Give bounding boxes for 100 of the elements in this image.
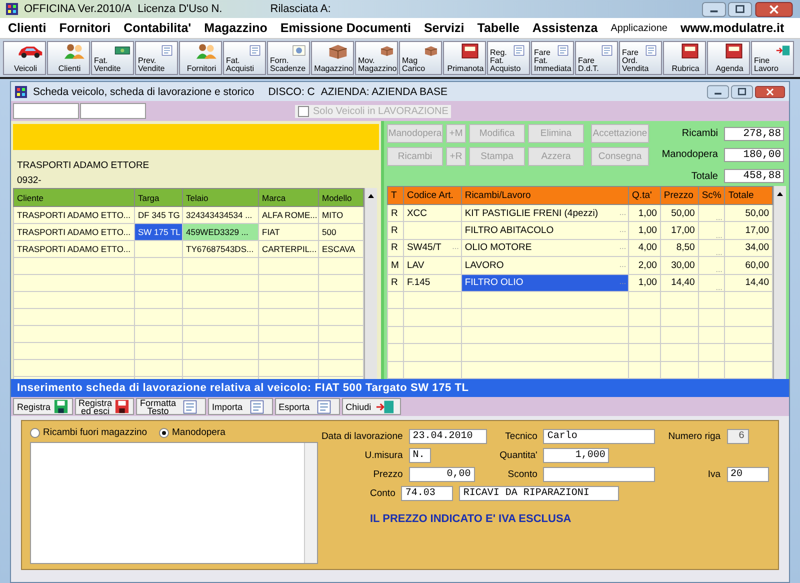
table-cell[interactable]: ESCAVA [318,240,364,258]
table-cell[interactable]: DF 345 TG [134,206,182,224]
toolbar-button[interactable]: Esporta [274,398,340,415]
table-cell[interactable]: 1,00 [628,274,660,292]
toolbar-button[interactable]: Veicoli [3,41,46,75]
table-cell[interactable]: 459WED3329 ... [182,224,258,240]
column-header[interactable]: Telaio [182,188,258,206]
table-cell[interactable]: 1,00 [628,204,660,222]
toolbar-button[interactable]: Fare D.d.T. [575,41,618,75]
menu-item[interactable]: Magazzino [204,21,268,35]
toolbar-button[interactable]: Registra ed esci [74,398,134,415]
table-cell[interactable]: 14,40 [660,274,698,292]
note-text: IL PREZZO INDICATO E' IVA ESCLUSA [369,512,572,525]
table-cell[interactable]: 4,00 [628,239,660,257]
menu-item[interactable]: Servizi [424,21,464,35]
technician-field[interactable]: Carlo [543,429,656,444]
column-header[interactable]: Ricambi/Lavoro [461,186,629,204]
table-cell[interactable]: 17,00 [724,222,772,240]
column-header[interactable]: T [388,186,404,204]
toolbar-button[interactable]: Rubrica [663,41,706,75]
table-cell[interactable]: TRASPORTI ADAMO ETTO... [14,240,134,258]
table-cell[interactable]: LAV [406,260,424,271]
table-cell[interactable]: FIAT [258,224,318,240]
column-header[interactable]: Targa [134,188,182,206]
column-header[interactable]: Cliente [14,188,134,206]
column-header[interactable]: Marca [258,188,318,206]
table-cell[interactable]: CARTERPIL... [258,240,318,258]
account-description-field[interactable]: RICAVI DA RIPARAZIONI [459,486,620,501]
toolbar-button[interactable]: Fat. Vendite [91,41,134,75]
table-cell[interactable]: 2,00 [628,256,660,274]
menu-item[interactable]: Fornitori [59,21,111,35]
table-cell[interactable]: TRASPORTI ADAMO ETTO... [14,224,134,240]
column-header[interactable]: Totale [724,186,772,204]
menu-item[interactable]: Emissione Documenti [280,21,411,35]
table-cell[interactable]: FILTRO ABITACOLO [464,225,554,236]
table-cell[interactable]: M [388,256,404,274]
unit-field[interactable]: N. [408,448,431,463]
table-cell[interactable]: SW 175 TL [134,224,182,240]
table-cell[interactable]: 14,40 [724,274,772,292]
toolbar-button[interactable]: Fare Fat. Immediata [531,41,574,75]
table-cell[interactable]: TRASPORTI ADAMO ETTO... [14,206,134,224]
column-header[interactable]: Prezzo [660,186,698,204]
table-cell[interactable]: LAVORO [464,260,504,271]
table-cell[interactable]: 17,00 [660,222,698,240]
radio-button[interactable]: Manodopera [159,427,226,438]
table-cell[interactable]: R [388,274,404,292]
table-cell[interactable]: TY67687543DS... [182,240,258,258]
toolbar-button[interactable]: Formatta Testo [136,398,206,415]
table-cell[interactable]: R [388,204,404,222]
account-field[interactable]: 74.03 [401,486,454,501]
menu-item[interactable]: Clienti [8,21,46,35]
radio-button[interactable]: Ricambi fuori magazzino [30,427,148,438]
toolbar-button[interactable]: Prev. Vendite [135,41,178,75]
toolbar-button[interactable]: Agenda [707,41,750,75]
table-cell[interactable]: R [388,222,404,240]
field-label: Tecnico [505,431,538,442]
table-cell[interactable]: 50,00 [724,204,772,222]
toolbar-button[interactable]: Mag Carico [399,41,442,75]
table-cell[interactable]: 34,00 [724,239,772,257]
toolbar-button[interactable]: Clienti [47,41,90,75]
table-cell[interactable]: 1,00 [628,222,660,240]
table-cell[interactable]: 8,50 [660,239,698,257]
table-cell[interactable]: 50,00 [660,204,698,222]
table-cell[interactable]: R [388,239,404,257]
toolbar-button[interactable]: Registra [13,398,73,415]
toolbar-button[interactable]: Importa [208,398,273,415]
table-cell[interactable]: 500 [318,224,364,240]
price-field[interactable]: 0,00 [408,467,475,482]
vat-field[interactable]: 20 [726,467,769,482]
column-header[interactable]: Modello [318,188,364,206]
table-cell[interactable]: 60,00 [724,256,772,274]
menu-item[interactable]: Tabelle [477,21,520,35]
menu-item[interactable]: Contabilita' [124,21,192,35]
toolbar-button[interactable]: Chiudi [342,398,402,415]
toolbar-button[interactable]: Mov. Magazzino [355,41,398,75]
menu-item[interactable]: www.modulatre.it [680,21,784,35]
table-cell[interactable]: MITO [318,206,364,224]
column-header[interactable]: Codice Art. [403,186,462,204]
menu-item[interactable]: Assistenza [532,21,598,35]
table-cell[interactable]: ALFA ROME... [258,206,318,224]
table-cell[interactable]: 30,00 [660,256,698,274]
column-header[interactable]: Q.ta' [628,186,660,204]
date-field[interactable]: 23.04.2010 [408,429,487,444]
table-cell[interactable]: SW45/T [406,242,442,254]
toolbar-button[interactable]: Fare Ord. Vendita [619,41,662,75]
toolbar-button[interactable]: Primanota [443,41,486,75]
table-cell[interactable]: 324343434534 ... [182,206,258,224]
table-cell[interactable]: OLIO MOTORE [464,242,532,254]
column-header[interactable]: Sc% [698,186,725,204]
toolbar-button[interactable]: Fine Lavoro [751,41,794,75]
table-cell[interactable]: FILTRO OLIO [464,277,524,288]
total-label: Manodopera [662,149,718,160]
total-field: 458,88 [724,169,784,184]
toolbar-button[interactable]: Reg. Fat. Acquisto [487,41,530,75]
table-cell[interactable]: KIT PASTIGLIE FRENI (4pezzi) [464,208,598,219]
toolbar-button[interactable]: Magazzino [311,41,354,75]
toolbar-button[interactable]: Fornitori [179,41,222,75]
quantity-field[interactable]: 1,000 [543,448,610,463]
toolbar-button[interactable]: Fat. Acquisti [223,41,266,75]
toolbar-button[interactable]: Forn. Scadenze [267,41,310,75]
